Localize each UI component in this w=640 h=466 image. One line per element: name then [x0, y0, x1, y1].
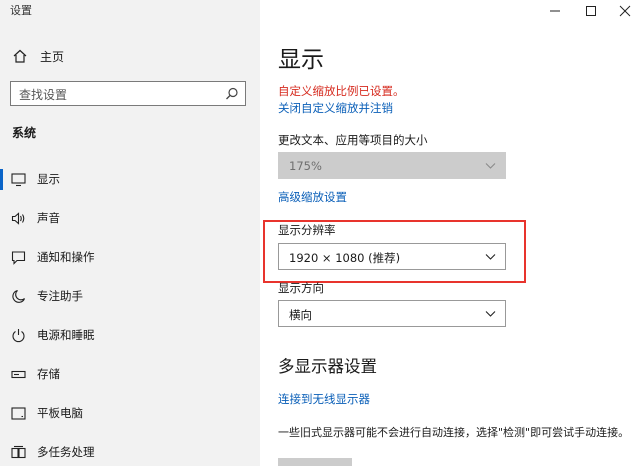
chevron-down-icon — [485, 163, 496, 169]
sidebar-item-tablet[interactable]: 平板电脑 — [0, 394, 260, 432]
detect-button[interactable] — [278, 458, 352, 466]
storage-icon — [11, 370, 26, 379]
maximize-button[interactable] — [576, 2, 606, 20]
scale-value: 175% — [289, 159, 322, 173]
sidebar-item-display[interactable]: 显示 — [0, 160, 260, 198]
scale-dropdown[interactable]: 175% — [278, 152, 506, 179]
sidebar-item-label: 显示 — [37, 172, 60, 186]
minimize-button[interactable] — [540, 2, 570, 20]
sidebar: 设置 主页 查找设置 系统 显示 声音 通知和操作 专注助手 电源和睡眠 存储 … — [0, 0, 260, 466]
scale-label: 更改文本、应用等项目的大小 — [278, 133, 428, 147]
sidebar-item-label: 平板电脑 — [37, 406, 83, 420]
section-label: 系统 — [12, 126, 37, 140]
multi-display-heading: 多显示器设置 — [278, 357, 377, 376]
search-input[interactable]: 查找设置 — [10, 81, 246, 106]
sidebar-item-multitasking[interactable]: 多任务处理 — [0, 433, 260, 466]
search-placeholder: 查找设置 — [19, 88, 68, 102]
chevron-down-icon — [485, 311, 496, 317]
multitask-icon — [11, 445, 26, 459]
sidebar-item-label: 声音 — [37, 211, 60, 225]
close-button[interactable] — [610, 2, 640, 20]
tablet-icon — [11, 407, 26, 420]
resolution-highlight-box — [263, 220, 526, 283]
sidebar-item-label: 专注助手 — [37, 289, 83, 303]
sidebar-home-label: 主页 — [40, 49, 65, 64]
sidebar-item-sound[interactable]: 声音 — [0, 199, 260, 237]
orientation-dropdown[interactable]: 横向 — [278, 300, 506, 327]
sidebar-item-label: 多任务处理 — [37, 445, 95, 459]
sidebar-home[interactable]: 主页 — [12, 45, 64, 67]
custom-scale-warning: 自定义缩放比例已设置。 — [278, 84, 405, 98]
sidebar-item-label: 电源和睡眠 — [37, 328, 95, 342]
display-icon — [11, 173, 26, 187]
advanced-scaling-link[interactable]: 高级缩放设置 — [278, 189, 347, 205]
window-title: 设置 — [10, 4, 32, 17]
sidebar-item-label: 通知和操作 — [37, 250, 95, 264]
turn-off-custom-scale-link[interactable]: 关闭自定义缩放并注销 — [278, 100, 393, 116]
sidebar-item-power[interactable]: 电源和睡眠 — [0, 316, 260, 354]
moon-icon — [12, 289, 26, 303]
sidebar-item-notifications[interactable]: 通知和操作 — [0, 238, 260, 276]
sidebar-item-label: 存储 — [37, 367, 60, 381]
search-icon[interactable] — [225, 87, 239, 101]
wireless-display-link[interactable]: 连接到无线显示器 — [278, 391, 370, 407]
speaker-icon — [11, 212, 25, 225]
power-icon — [12, 329, 25, 343]
notification-icon — [11, 251, 26, 265]
home-icon — [13, 49, 27, 63]
sidebar-item-storage[interactable]: 存储 — [0, 355, 260, 393]
orientation-label: 显示方向 — [278, 281, 324, 295]
orientation-value: 横向 — [289, 308, 312, 322]
multi-display-description: 一些旧式显示器可能不会进行自动连接，选择"检测"即可尝试手动连接。 — [278, 426, 630, 439]
sidebar-item-focus-assist[interactable]: 专注助手 — [0, 277, 260, 315]
main-content: 显示 自定义缩放比例已设置。 关闭自定义缩放并注销 更改文本、应用等项目的大小 … — [260, 0, 640, 466]
page-title: 显示 — [278, 47, 324, 73]
